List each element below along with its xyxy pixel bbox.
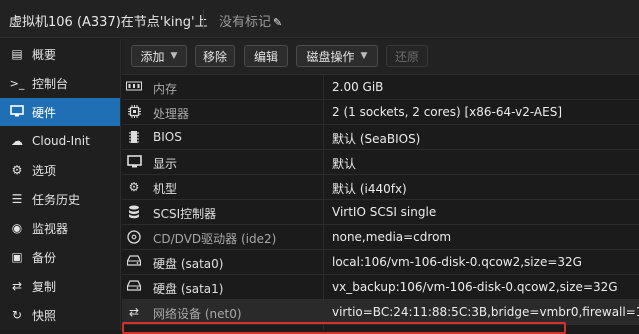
hardware-value: 默认 (i440fx) [332,182,407,196]
revert-button-label: 还原 [394,49,419,64]
hdd-icon [126,280,142,294]
retweet-icon: ⇄ [11,279,23,293]
sidebar-item-summary[interactable]: ▤ 概要 [0,40,120,68]
hardware-row-machine[interactable]: ⚙ 机型 默认 (i440fx) [122,175,639,200]
hardware-row-processor[interactable]: 处理器 2 (1 sockets, 2 cores) [x86-64-v2-AE… [122,100,639,125]
database-icon [126,205,142,222]
hardware-value: VirtIO SCSI single [332,205,437,219]
sidebar-item-options[interactable]: ⚙ 选项 [0,156,120,184]
hardware-name: 硬盘 (sata1) [153,282,224,296]
sidebar-item-monitor[interactable]: ◉ 监视器 [0,214,120,242]
hardware-value: 默认 (SeaBIOS) [332,132,421,146]
hardware-row-bios[interactable]: BIOS 默认 (SeaBIOS) [122,125,639,150]
hardware-value: 2.00 GiB [332,80,384,94]
hardware-value: 2 (1 sockets, 2 cores) [x86-64-v2-AES] [332,105,563,119]
chip-icon [126,130,142,147]
hardware-value: virtio=BC:24:11:88:5C:3B,bridge=vmbr0,fi… [332,305,639,319]
hardware-value: none,media=cdrom [332,230,452,244]
vm-title: 虚拟机106 (A337)在节点'king'上 [9,15,208,30]
edit-button-label: 编辑 [253,49,278,64]
network-icon: ⇄ [128,305,140,319]
chevron-down-icon: ▼ [170,51,178,61]
title-separator [203,9,204,29]
remove-button-label: 移除 [202,49,227,64]
hardware-row-hard-disk-sata0[interactable]: 硬盘 (sata0) local:106/vm-106-disk-0.qcow2… [122,250,639,275]
add-button-label: 添加 [140,49,165,64]
column-separator [323,75,324,330]
highlight-box [122,322,566,334]
sidebar-item-label: 监视器 [32,221,69,236]
memory-icon [126,80,142,94]
sidebar-item-label: 复制 [32,279,57,294]
hardware-name: 内存 [153,82,178,96]
cpu-icon [126,105,142,121]
sidebar-item-label: 任务历史 [32,192,81,207]
sidebar-item-label: 快照 [32,308,57,323]
sidebar-item-snapshots[interactable]: ↻ 快照 [0,301,120,329]
history-icon: ↻ [11,308,23,322]
tags-field[interactable]: 没有标记 ✎ [219,11,282,30]
summary-icon: ▤ [11,47,23,61]
hardware-value: vx_backup:106/vm-106-disk-0.qcow2,size=3… [332,280,618,294]
chevron-down-icon: ▼ [360,51,368,61]
hardware-name: SCSI控制器 [153,207,217,221]
hardware-row-cdrom[interactable]: CD/DVD驱动器 (ide2) none,media=cdrom [122,225,639,250]
sidebar-item-label: 备份 [32,250,57,265]
hardware-name: 机型 [153,182,178,196]
hardware-row-hard-disk-sata1[interactable]: 硬盘 (sata1) vx_backup:106/vm-106-disk-0.q… [122,275,639,300]
disk-action-label: 磁盘操作 [306,49,355,64]
sidebar-item-label: Cloud-Init [32,134,90,148]
hdd-icon [126,255,142,269]
hardware-name: 硬盘 (sata0) [153,257,224,271]
cdrom-icon [126,230,142,247]
gear-icon: ⚙ [11,163,23,177]
hardware-value: local:106/vm-106-disk-0.qcow2,size=32G [332,255,582,269]
terminal-icon: >_ [9,76,25,90]
hardware-name: BIOS [153,130,182,144]
sidebar-item-label: 概要 [32,47,57,62]
sidebar-item-task-history[interactable]: ☰ 任务历史 [0,185,120,213]
edit-button[interactable]: 编辑 [244,45,288,67]
sidebar-item-label: 硬件 [32,105,57,120]
sidebar: ▤ 概要 >_ 控制台 硬件 ☁ Cloud-Init ⚙ 选项 ☰ 任务历史 ◉ 监视器 … [0,39,121,330]
revert-button[interactable]: 还原 [386,45,428,67]
hardware-name: 网络设备 (net0) [153,307,242,321]
add-button[interactable]: 添加 ▼ [131,45,187,67]
sidebar-item-console[interactable]: >_ 控制台 [0,69,120,97]
sidebar-item-backup[interactable]: ▣ 备份 [0,243,120,271]
remove-button[interactable]: 移除 [195,45,235,67]
hardware-value: 默认 [332,157,357,171]
hardware-name: CD/DVD驱动器 (ide2) [153,232,277,246]
sidebar-item-replication[interactable]: ⇄ 复制 [0,272,120,300]
sidebar-item-label: 选项 [32,163,57,178]
hardware-toolbar: 添加 ▼ 移除 编辑 磁盘操作 ▼ 还原 [122,39,639,75]
sidebar-item-label: 控制台 [32,76,69,91]
monitor-icon [9,104,25,120]
cloud-icon: ☁ [11,134,23,148]
hardware-name: 处理器 [153,107,190,121]
hardware-row-display[interactable]: 显示 默认 [122,150,639,175]
eye-icon: ◉ [11,221,23,235]
hardware-grid: 内存 2.00 GiB 处理器 2 (1 sockets, 2 cores) [… [122,75,639,330]
list-icon: ☰ [11,192,23,206]
sidebar-item-hardware[interactable]: 硬件 [0,98,120,126]
hardware-name: 显示 [153,157,178,171]
sidebar-item-cloud-init[interactable]: ☁ Cloud-Init [0,127,120,155]
save-icon: ▣ [11,250,23,264]
hardware-row-memory[interactable]: 内存 2.00 GiB [122,75,639,100]
tags-label: 没有标记 [219,15,272,30]
title-bar: 虚拟机106 (A337)在节点'king'上 没有标记 ✎ [0,0,639,38]
cogs-icon: ⚙ [128,180,140,194]
hardware-row-scsi-controller[interactable]: SCSI控制器 VirtIO SCSI single [122,200,639,225]
pencil-icon[interactable]: ✎ [273,16,282,29]
disk-action-button[interactable]: 磁盘操作 ▼ [296,45,378,67]
display-icon [126,155,142,171]
